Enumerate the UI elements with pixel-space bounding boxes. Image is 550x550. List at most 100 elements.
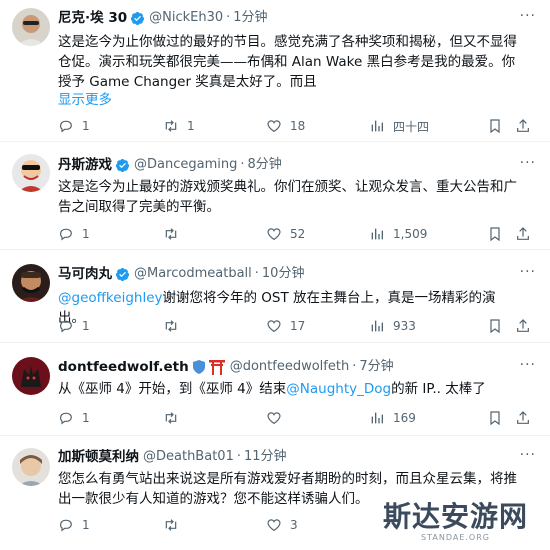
handle[interactable]: @Dancegaming [134,155,237,175]
avatar[interactable] [12,264,50,302]
watermark-text: 斯达安游网 [382,500,528,533]
like-count: 18 [290,119,306,133]
views-icon [371,228,383,240]
tweet[interactable]: 马可肉丸 @Marcodmeatball · 10分钟 ··· @geoffke… [0,250,550,343]
share-button[interactable] [515,409,539,427]
separator: · [352,359,357,374]
avatar[interactable] [12,8,50,46]
avatar[interactable] [12,448,50,486]
separator: · [254,266,259,281]
avatar[interactable] [12,154,50,192]
share-icon [517,119,529,132]
display-name[interactable]: 加斯顿莫利纳 [58,447,139,467]
like-count: 3 [290,518,298,532]
timestamp[interactable]: 1分钟 [233,8,267,28]
verified-badge-icon [115,158,130,173]
torii-gate-icon [208,359,226,375]
retweet-icon [165,320,177,332]
retweet-button[interactable] [163,317,187,335]
handle[interactable]: @NickEh30 [149,8,223,28]
watermark-subtext: STANDAE.ORG [421,533,490,542]
handle[interactable]: @DeathBat01 [143,447,234,467]
retweet-icon [165,120,177,132]
bookmark-icon [490,411,500,426]
views-button[interactable]: 1,509 [369,225,427,243]
tweet[interactable]: dontfeedwolf.eth @dontfeedwolfeth · 7分钟 … [0,343,550,436]
reply-icon [60,519,72,532]
reply-button[interactable]: 1 [58,117,90,135]
share-button[interactable] [515,317,539,335]
reply-button[interactable]: 1 [58,225,90,243]
reply-button[interactable]: 1 [58,317,90,335]
display-name[interactable]: 丹斯游戏 [58,155,112,175]
watermark: 斯达安游网 STANDAE.ORG [382,500,528,543]
bookmark-button[interactable] [487,117,511,135]
reply-button[interactable]: 1 [58,516,90,534]
bookmark-button[interactable] [487,317,511,335]
show-more-link[interactable]: 显示更多 [58,88,112,108]
share-button[interactable] [515,117,539,135]
separator: · [236,449,241,464]
more-options-icon[interactable]: ··· [520,155,536,171]
avatar[interactable] [12,357,50,395]
tweet[interactable]: 加斯顿莫利纳 @DeathBat01 · 11分钟 ··· 您怎么有勇气站出来说… [0,436,550,550]
verified-badge-icon [130,11,145,26]
more-options-icon[interactable]: ··· [520,447,536,463]
display-name[interactable]: 马可肉丸 [58,264,112,284]
bookmark-icon [490,119,500,134]
heart-icon [267,412,281,425]
share-button[interactable] [515,225,539,243]
separator: · [226,10,231,25]
heart-icon [267,320,281,333]
retweet-icon [165,412,177,424]
mention-link[interactable]: @geoffkeighley [58,290,163,306]
like-button[interactable] [266,409,290,427]
tweet[interactable]: 丹斯游戏 @Dancegaming · 8分钟 ··· 这是迄今为止最好的游戏颁… [0,142,550,250]
views-button[interactable]: 933 [369,317,416,335]
display-name[interactable]: 尼克·埃 30 [58,8,127,28]
like-count: 52 [290,227,306,241]
retweet-button[interactable] [163,225,187,243]
like-count: 17 [290,319,306,333]
like-button[interactable]: 52 [266,225,305,243]
like-button[interactable]: 18 [266,117,305,135]
bookmark-icon [490,319,500,334]
reply-count: 1 [82,227,90,241]
views-count: 1,509 [393,227,428,241]
tweet[interactable]: 尼克·埃 30 @NickEh30 · 1分钟 ··· 这是迄今为止你做过的最好… [0,0,550,142]
reply-count: 1 [82,319,90,333]
separator: · [240,157,245,172]
tweet-text: 这是迄今为止最好的游戏颁奖典礼。你们在颁奖、让观众发言、重大公告和广告之间取得了… [58,179,517,215]
retweet-icon [165,519,177,531]
reply-count: 1 [82,411,90,425]
timestamp[interactable]: 7分钟 [359,357,393,377]
mention-link[interactable]: @Naughty_Dog [286,381,391,397]
views-icon [371,120,383,132]
display-name[interactable]: dontfeedwolf.eth [58,357,189,377]
like-button[interactable]: 17 [266,317,305,335]
handle[interactable]: @Marcodmeatball [134,264,252,284]
timestamp[interactable]: 10分钟 [262,264,305,284]
reply-count: 1 [82,119,90,133]
views-button[interactable]: 169 [369,409,416,427]
timestamp[interactable]: 8分钟 [248,155,282,175]
reply-button[interactable]: 1 [58,409,90,427]
views-icon [371,412,383,424]
retweet-count: 1 [187,119,195,133]
bookmark-button[interactable] [487,409,511,427]
more-options-icon[interactable]: ··· [520,357,536,373]
retweet-button[interactable]: 1 [163,117,195,135]
bookmark-icon [490,227,500,242]
tweet-text-before: 从《巫师 4》开始，到《巫师 4》结束 [58,381,287,397]
views-button[interactable]: 四十四 [369,117,429,135]
bookmark-button[interactable] [487,225,511,243]
retweet-button[interactable] [163,516,187,534]
heart-icon [267,228,281,241]
handle[interactable]: @dontfeedwolfeth [230,357,349,377]
more-options-icon[interactable]: ··· [520,8,536,24]
more-options-icon[interactable]: ··· [520,264,536,280]
retweet-button[interactable] [163,409,187,427]
views-icon [371,320,383,332]
timestamp[interactable]: 11分钟 [244,447,287,467]
like-button[interactable]: 3 [266,516,298,534]
